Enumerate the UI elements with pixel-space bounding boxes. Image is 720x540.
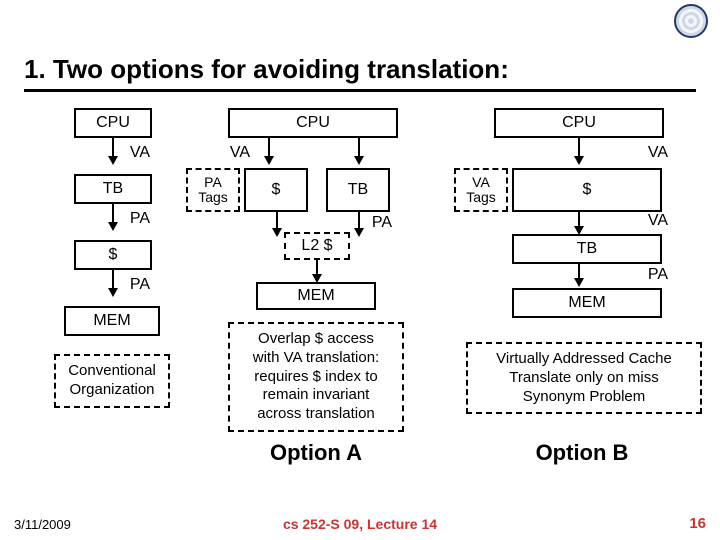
optB-pa-label: PA: [640, 266, 676, 284]
conv-arrow-cpu-tb: [112, 138, 114, 158]
optB-ah-cpu-cache: [574, 156, 584, 165]
optB-mem-box: MEM: [512, 288, 662, 318]
optA-va-label: VA: [222, 144, 258, 162]
slide-title: 1. Two options for avoiding translation:: [24, 54, 696, 92]
conv-pa2-label: PA: [120, 276, 160, 294]
optA-l2-box: L2 $: [284, 232, 350, 260]
optB-note: Virtually Addressed Cache Translate only…: [466, 342, 702, 414]
optB-va2-label: VA: [640, 212, 676, 230]
optB-heading: Option B: [494, 440, 670, 466]
conv-arrowhead-2: [108, 222, 118, 231]
conv-cache-box: $: [74, 240, 152, 270]
optA-pa-label: PA: [364, 214, 400, 232]
conv-pa1-label: PA: [120, 210, 160, 228]
optA-cache-box: $: [244, 168, 308, 212]
conv-mem-box: MEM: [64, 306, 160, 336]
diagram-area: CPU VA TB PA $ PA MEM Conventional Organ…: [0, 100, 720, 496]
optA-arrow-cpu-r: [358, 138, 360, 158]
optB-arrow-cpu-cache: [578, 138, 580, 158]
conv-arrow-tb-cache: [112, 204, 114, 224]
optB-va-label: VA: [640, 144, 676, 162]
optA-tb-box: TB: [326, 168, 390, 212]
optA-note: Overlap $ access with VA translation: re…: [228, 322, 404, 432]
conv-arrowhead-1: [108, 156, 118, 165]
conv-cpu-box: CPU: [74, 108, 152, 138]
optA-ah-l2-l: [272, 228, 282, 237]
optA-ah-cpu-r: [354, 156, 364, 165]
conv-va-label: VA: [120, 144, 160, 162]
optB-tb-box: TB: [512, 234, 662, 264]
conv-arrow-cache-mem: [112, 270, 114, 290]
footer-page: 16: [689, 515, 706, 532]
optA-heading: Option A: [228, 440, 404, 466]
optB-ah-tb-mem: [574, 278, 584, 287]
optA-arrow-cpu-l: [268, 138, 270, 158]
conv-caption: Conventional Organization: [54, 354, 170, 408]
optB-vatags-box: VA Tags: [454, 168, 508, 212]
seal-icon: [674, 4, 708, 38]
optB-cpu-box: CPU: [494, 108, 664, 138]
optA-ah-l2-r: [354, 228, 364, 237]
optA-mem-box: MEM: [256, 282, 376, 310]
conv-arrowhead-3: [108, 288, 118, 297]
conv-tb-box: TB: [74, 174, 152, 204]
optB-cache-box: $: [512, 168, 662, 212]
optA-ah-cpu-l: [264, 156, 274, 165]
optA-patags-box: PA Tags: [186, 168, 240, 212]
optA-cpu-box: CPU: [228, 108, 398, 138]
footer-mid: cs 252-S 09, Lecture 14: [0, 516, 720, 532]
